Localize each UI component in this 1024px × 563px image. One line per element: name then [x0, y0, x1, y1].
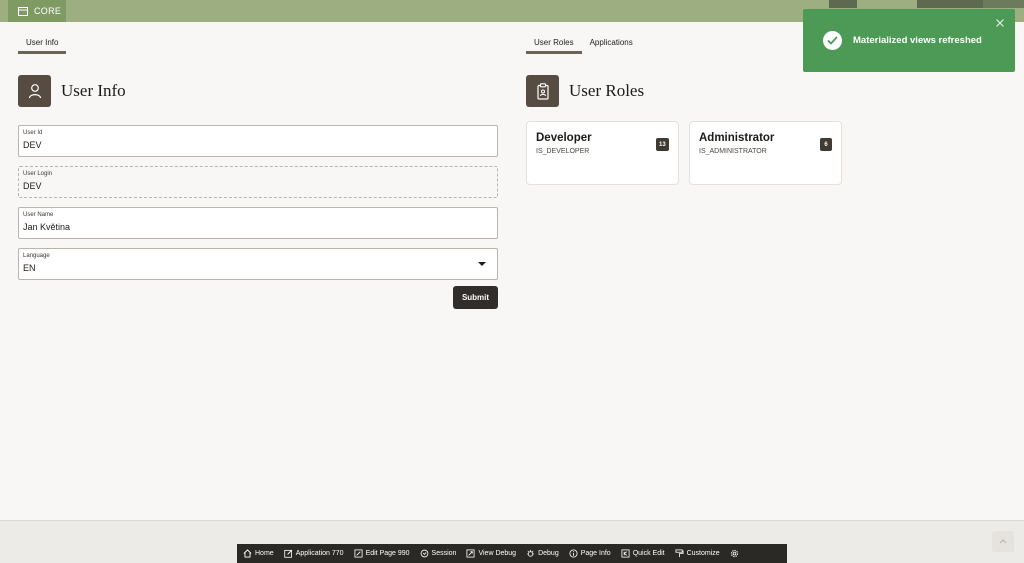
bug-icon — [526, 549, 535, 557]
role-count-badge: 13 — [656, 138, 669, 151]
clipboard-badge-icon — [526, 75, 559, 107]
role-name: Developer — [536, 132, 592, 144]
user-id-value[interactable]: DEV — [23, 140, 497, 150]
user-roles-title: User Roles — [569, 81, 645, 100]
user-icon — [18, 75, 51, 107]
chevron-up-icon — [999, 539, 1007, 544]
role-count-badge: 6 — [820, 138, 832, 151]
dev-settings-button[interactable] — [730, 549, 742, 558]
language-select[interactable]: Language EN — [18, 248, 498, 280]
user-info-tabs: User Info — [18, 32, 67, 54]
dev-view-debug-button[interactable]: View Debug — [466, 549, 516, 558]
app-name: CORE — [34, 6, 62, 16]
app-logo[interactable]: CORE — [8, 0, 66, 22]
dev-debug-button[interactable]: Debug — [526, 549, 559, 558]
user-id-field[interactable]: User Id DEV — [18, 125, 498, 157]
tab-user-info[interactable]: User Info — [18, 32, 67, 54]
quick-edit-icon — [621, 549, 630, 558]
role-card-developer[interactable]: Developer IS_DEVELOPER 13 — [526, 121, 679, 185]
dev-page-info-button[interactable]: Page Info — [569, 549, 611, 558]
language-label: Language — [23, 253, 50, 259]
paint-roller-icon — [675, 549, 684, 558]
user-roles-region-header: User Roles — [526, 75, 644, 107]
header-settings-button[interactable] — [983, 0, 1024, 8]
gear-icon — [730, 549, 738, 558]
dev-application-button[interactable]: Application 770 — [284, 549, 344, 558]
tab-user-roles[interactable]: User Roles — [526, 32, 582, 54]
dev-session-button[interactable]: Session — [420, 549, 456, 558]
chevron-down-icon[interactable] — [478, 262, 486, 266]
page-edit-icon — [354, 549, 363, 558]
dev-edit-page-button[interactable]: Edit Page 990 — [354, 549, 410, 558]
submit-button[interactable]: Submit — [453, 286, 498, 309]
header-user-menu[interactable] — [917, 0, 983, 8]
toast-message: Materialized views refreshed — [853, 35, 982, 46]
user-login-value: DEV — [23, 181, 42, 191]
user-name-field[interactable]: User Name Jan Květina — [18, 207, 498, 239]
role-code: IS_DEVELOPER — [536, 148, 590, 155]
success-toast: Materialized views refreshed — [803, 9, 1015, 72]
header-search-button[interactable] — [829, 0, 857, 8]
home-icon — [243, 549, 252, 558]
check-circle-icon — [823, 31, 842, 50]
dev-quick-edit-button[interactable]: Quick Edit — [621, 549, 665, 558]
user-login-field: User Login DEV — [18, 166, 498, 198]
developer-toolbar: Home Application 770 Edit Page 990 Sessi… — [237, 544, 787, 563]
info-icon — [569, 549, 578, 558]
role-card-administrator[interactable]: Administrator IS_ADMINISTRATOR 6 — [689, 121, 842, 185]
language-value[interactable]: EN — [23, 263, 497, 273]
role-name: Administrator — [699, 132, 775, 144]
role-code: IS_ADMINISTRATOR — [699, 148, 767, 155]
close-icon[interactable] — [995, 18, 1005, 28]
user-roles-tabs: User Roles Applications — [526, 32, 641, 54]
user-name-value[interactable]: Jan Květina — [23, 222, 497, 232]
scroll-to-top-button[interactable] — [992, 531, 1014, 552]
edit-icon — [284, 549, 292, 558]
dev-customize-button[interactable]: Customize — [675, 549, 720, 558]
user-id-label: User Id — [23, 130, 43, 136]
dev-home-button[interactable]: Home — [243, 549, 274, 558]
session-icon — [420, 549, 428, 558]
user-login-label: User Login — [23, 171, 53, 177]
app-window-icon — [18, 6, 28, 16]
user-info-title: User Info — [61, 81, 126, 100]
user-name-label: User Name — [23, 212, 54, 218]
tab-applications[interactable]: Applications — [582, 32, 641, 54]
view-debug-icon — [466, 549, 475, 558]
user-info-region-header: User Info — [18, 75, 126, 107]
